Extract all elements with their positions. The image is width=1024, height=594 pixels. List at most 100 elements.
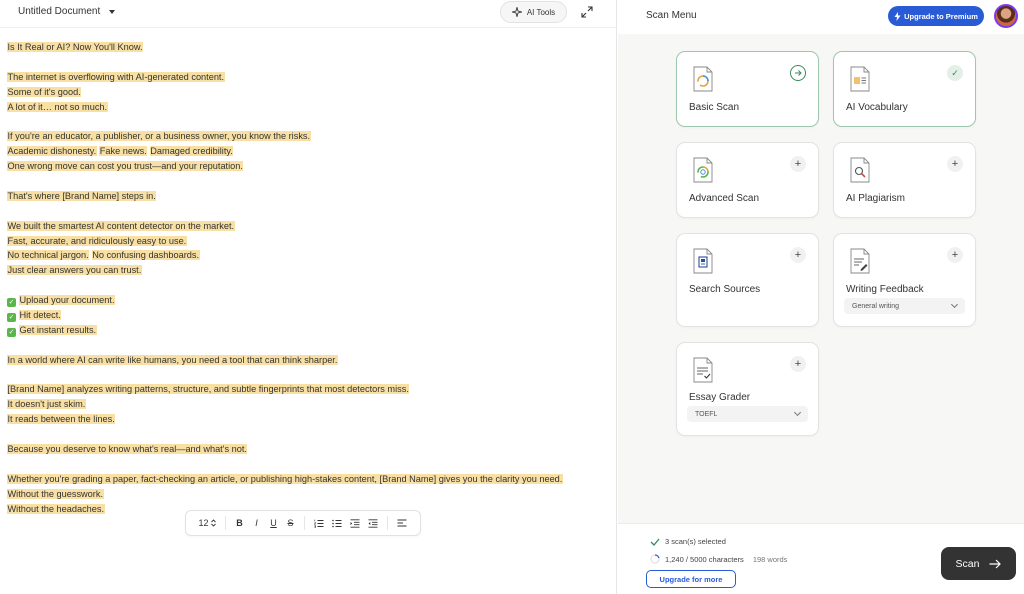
- card-ai-plagiarism[interactable]: + AI Plagiarism: [833, 142, 976, 218]
- card-essay-grader[interactable]: + Essay Grader TOEFL: [676, 342, 819, 436]
- document-line: In a world where AI can write like human…: [7, 353, 607, 368]
- highlighted-sentence: Academic dishonesty.: [7, 146, 97, 157]
- highlighted-sentence: Hit detect.: [19, 310, 62, 321]
- indent-icon: [350, 518, 360, 528]
- scan-label: Scan: [955, 557, 980, 570]
- editor-pane: Untitled Document AI Tools Is It Real or…: [0, 0, 617, 594]
- align-button[interactable]: [393, 512, 411, 534]
- sparkle-icon: [511, 7, 522, 17]
- card-search-sources[interactable]: + Search Sources: [676, 233, 819, 327]
- document-line: It reads between the lines.: [7, 412, 607, 427]
- plus-icon: +: [947, 247, 963, 263]
- document-line: [Brand Name] analyzes writing patterns, …: [7, 382, 607, 397]
- document-line: We built the smartest AI content detecto…: [7, 219, 607, 234]
- bold-label: B: [236, 518, 243, 528]
- document-line: The internet is overflowing with AI-gene…: [7, 70, 607, 85]
- highlighted-sentence: Is It Real or AI? Now You'll Know.: [7, 42, 144, 52]
- plus-icon: +: [790, 356, 806, 372]
- card-basic-scan[interactable]: Basic Scan: [676, 51, 819, 127]
- divider: [387, 516, 388, 530]
- upgrade-for-more-button[interactable]: Upgrade for more: [646, 570, 736, 588]
- expand-button[interactable]: [575, 1, 599, 23]
- document-line: Just clear answers you can trust.: [7, 263, 607, 278]
- plus-icon: +: [947, 156, 963, 172]
- check-icon: ✓: [947, 65, 963, 81]
- highlighted-sentence: Just clear answers you can trust.: [7, 265, 142, 276]
- document-line: Academic dishonesty. Fake news. Damaged …: [7, 144, 607, 159]
- lightning-icon: [894, 11, 901, 21]
- highlighted-sentence: One wrong move can cost you trust—and yo…: [7, 161, 244, 172]
- checkmark-emoji-icon: ✓: [7, 327, 16, 337]
- editor-topbar: Untitled Document AI Tools: [0, 0, 617, 28]
- document-line: Without the guesswork.: [7, 487, 607, 502]
- card-ai-vocabulary[interactable]: ✓ AI Vocabulary: [833, 51, 976, 127]
- card-advanced-scan[interactable]: + Advanced Scan: [676, 142, 819, 218]
- stepper-icon: [210, 519, 216, 527]
- ai-tools-button[interactable]: AI Tools: [500, 1, 567, 23]
- writing-type-value: General writing: [852, 302, 900, 310]
- card-label: Advanced Scan: [689, 193, 760, 204]
- bullet-list-button[interactable]: [328, 512, 346, 534]
- scan-button[interactable]: Scan: [941, 547, 1016, 580]
- arrow-right-icon: [790, 65, 806, 81]
- document-line: ✓ Upload your document.: [7, 293, 607, 308]
- document-line: It doesn't just skim.: [7, 397, 607, 412]
- ordered-list-button[interactable]: [310, 512, 328, 534]
- divider: [225, 516, 226, 530]
- card-writing-feedback[interactable]: + Writing Feedback General writing: [833, 233, 976, 327]
- ordered-list-icon: [314, 519, 324, 528]
- highlighted-sentence: That's where [Brand Name] steps in.: [7, 190, 157, 201]
- document-line: One wrong move can cost you trust—and yo…: [7, 159, 607, 174]
- character-count: 1,240 / 5000 characters 198 words: [650, 554, 787, 564]
- document-line: Fast, accurate, and ridiculously easy to…: [7, 234, 607, 249]
- underline-button[interactable]: U: [265, 512, 282, 534]
- highlighted-sentence: We built the smartest AI content detecto…: [7, 220, 235, 231]
- ai-vocabulary-icon: [850, 66, 870, 92]
- exam-type-value: TOEFL: [695, 410, 718, 418]
- font-size-select[interactable]: 12: [194, 512, 220, 534]
- underline-label: U: [270, 518, 277, 528]
- highlighted-sentence: Get instant results.: [19, 324, 97, 335]
- upgrade-premium-button[interactable]: Upgrade to Premium: [888, 6, 984, 26]
- italic-label: I: [255, 518, 258, 528]
- document-line: Because you deserve to know what's real—…: [7, 442, 607, 457]
- highlighted-sentence: Without the guesswork.: [7, 488, 104, 499]
- avatar[interactable]: [994, 4, 1018, 28]
- scan-panel: Scan Menu Upgrade to Premium Basic Scan …: [618, 0, 1024, 594]
- bold-button[interactable]: B: [231, 512, 248, 534]
- document-body[interactable]: Is It Real or AI? Now You'll Know. The in…: [7, 40, 607, 517]
- outdent-button[interactable]: [364, 512, 382, 534]
- caret-down-icon: [109, 9, 116, 14]
- italic-button[interactable]: I: [248, 512, 265, 534]
- advanced-scan-icon: [693, 157, 713, 183]
- exam-type-select[interactable]: TOEFL: [687, 406, 808, 422]
- expand-icon: [581, 6, 593, 18]
- card-label: Basic Scan: [689, 102, 740, 113]
- document-line: Is It Real or AI? Now You'll Know.: [7, 40, 607, 55]
- chevron-down-icon: [793, 408, 802, 417]
- highlighted-sentence: The internet is overflowing with AI-gene…: [7, 71, 225, 82]
- document-title-dropdown[interactable]: Untitled Document: [18, 6, 116, 17]
- writing-type-select[interactable]: General writing: [844, 298, 965, 314]
- indent-button[interactable]: [346, 512, 364, 534]
- highlighted-sentence: No confusing dashboards.: [91, 250, 200, 261]
- highlighted-sentence: A lot of it… not so much.: [7, 101, 108, 112]
- divider: [304, 516, 305, 530]
- card-label: Essay Grader: [689, 392, 751, 403]
- bullet-list-icon: [332, 519, 342, 527]
- document-line: That's where [Brand Name] steps in.: [7, 189, 607, 204]
- checkmark-emoji-icon: ✓: [7, 313, 16, 323]
- document-title: Untitled Document: [18, 6, 101, 17]
- essay-grader-icon: [693, 357, 713, 383]
- highlighted-sentence: Because you deserve to know what's real—…: [7, 444, 248, 455]
- highlighted-sentence: If you're an educator, a publisher, or a…: [7, 131, 311, 142]
- font-size-value: 12: [198, 518, 209, 528]
- card-label: AI Plagiarism: [846, 193, 905, 204]
- strikethrough-button[interactable]: S: [282, 512, 299, 534]
